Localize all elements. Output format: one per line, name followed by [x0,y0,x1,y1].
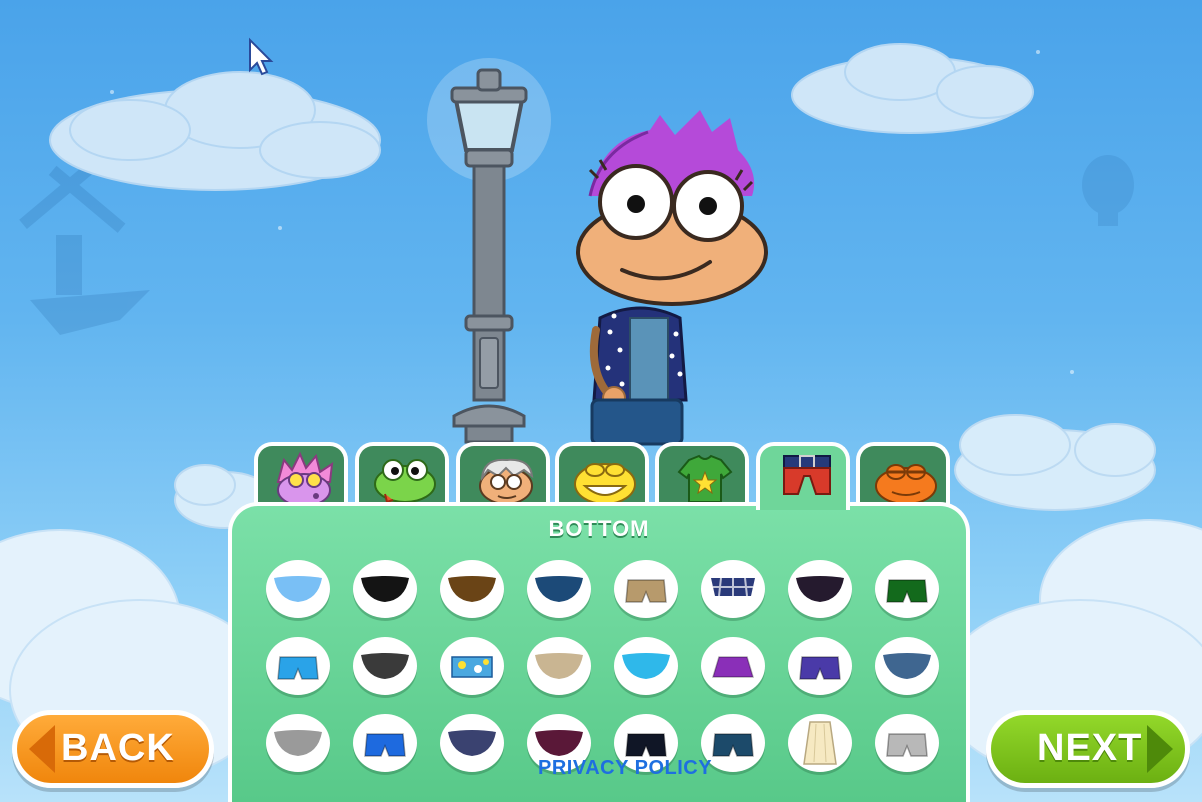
item-dark-plum-bottom[interactable] [788,560,852,618]
item-gray-bottom[interactable] [266,714,330,772]
black-bottom-icon [361,576,409,602]
item-royal-blue-shorts[interactable] [353,714,417,772]
pink-spiky-hair-face-icon [276,451,334,506]
floral-shorts-icon [451,656,493,678]
item-violet-shorts[interactable] [788,637,852,695]
orange-face-icon [875,464,937,505]
arrow-left-icon [29,725,55,773]
back-button-label: BACK [61,727,175,769]
item-navy-bottom[interactable] [527,560,591,618]
navy-bottom-icon [535,576,583,602]
arrow-right-icon [1147,725,1173,773]
cloud-right [791,43,1034,134]
cyan-shorts-icon [277,656,319,680]
old-man-face-icon [479,458,534,505]
windmill-silhouette [19,161,150,335]
tab-top[interactable] [655,442,749,506]
khaki-cargo-shorts-icon [625,579,667,603]
tab-head[interactable] [456,442,550,506]
green-shorts-icon [886,579,928,603]
mouse-cursor [249,37,274,76]
item-slate-blue-bottom[interactable] [875,637,939,695]
item-light-blue-bottom[interactable] [266,560,330,618]
charcoal-bottom-icon [361,653,409,679]
cloud-left [49,71,381,191]
back-button[interactable]: BACK [12,710,214,788]
item-cream-skirt[interactable] [788,714,852,772]
item-purple-skirt[interactable] [701,637,765,695]
panel-title: BOTTOM [548,516,650,541]
tab-color[interactable] [856,442,950,506]
dark-plum-bottom-icon [796,576,844,602]
street-lamp [427,58,551,444]
plaid-bottom-icon [711,577,755,597]
item-tan-bottom[interactable] [527,637,591,695]
next-button[interactable]: NEXT [986,710,1190,788]
item-plaid-bottom[interactable] [701,560,765,618]
gray-bottom-icon [274,730,322,756]
item-indigo-bottom[interactable] [440,714,504,772]
yellow-grin-face-icon [574,463,636,505]
light-blue-bottom-icon [274,576,322,602]
privacy-policy-link[interactable]: PRIVACY POLICY [538,757,712,780]
indigo-bottom-icon [448,730,496,756]
green-star-shirt-icon [677,454,733,503]
purple-skirt-icon [711,656,755,678]
item-aqua-bottom[interactable] [614,637,678,695]
item-khaki-cargo-shorts[interactable] [614,560,678,618]
item-green-shorts[interactable] [875,560,939,618]
tab-hair[interactable] [254,442,348,506]
royal-blue-shorts-icon [364,733,406,757]
cream-skirt-icon [803,721,837,765]
tab-eyes[interactable] [355,442,449,506]
avatar-character [576,110,768,446]
item-brown-bottom[interactable] [440,560,504,618]
item-black-bottom[interactable] [353,560,417,618]
item-silver-shorts[interactable] [875,714,939,772]
violet-shorts-icon [799,656,841,680]
brown-bottom-icon [448,576,496,602]
tan-bottom-icon [535,653,583,679]
next-button-label: NEXT [1037,727,1143,769]
tab-mouth[interactable] [555,442,649,506]
red-pants-belt-icon [783,455,831,495]
balloon-silhouette [1082,155,1134,226]
aqua-bottom-icon [622,653,670,679]
silver-shorts-icon [886,733,928,757]
item-floral-shorts[interactable] [440,637,504,695]
tab-bottom[interactable] [756,442,850,510]
item-charcoal-bottom[interactable] [353,637,417,695]
cloud-right-low [954,414,1156,511]
slate-blue-bottom-icon [883,653,931,679]
item-cyan-shorts[interactable] [266,637,330,695]
frog-tongue-face-icon [374,459,436,504]
